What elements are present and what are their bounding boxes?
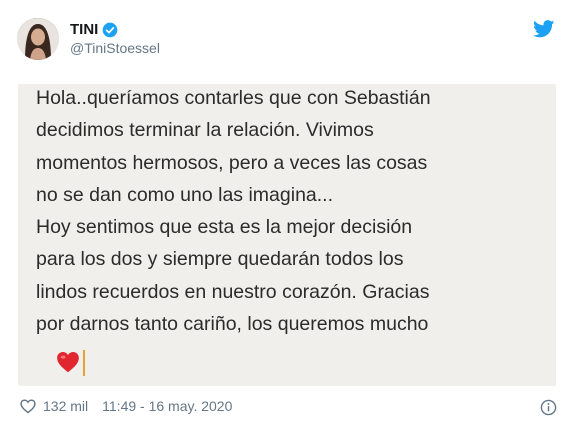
- twitter-bird-icon[interactable]: [533, 20, 555, 38]
- author-info: TINI @TiniStoessel: [70, 21, 160, 57]
- text-cursor: [83, 350, 85, 376]
- verified-badge-icon: [103, 22, 118, 38]
- message-line: momentos hermosos, pero a veces las cosa…: [36, 151, 428, 174]
- like-count[interactable]: 132 mil: [43, 398, 88, 414]
- red-heart-emoji: [57, 352, 79, 373]
- display-name[interactable]: TINI: [70, 21, 98, 40]
- tweet-footer: 132 mil 11:49 - 16 may. 2020: [19, 398, 232, 414]
- timestamp[interactable]: 11:49 - 16 may. 2020: [102, 398, 232, 414]
- avatar[interactable]: [17, 18, 59, 60]
- message-line: no se dan como uno las imagina...: [36, 183, 334, 206]
- display-name-row[interactable]: TINI: [70, 21, 160, 40]
- tweet-header: TINI @TiniStoessel: [17, 18, 160, 60]
- message-line: Hola..queríamos contarles que con Sebast…: [36, 87, 431, 109]
- message-line: para los dos y siempre quedarán todos lo…: [36, 248, 404, 271]
- info-icon[interactable]: [540, 399, 557, 416]
- user-handle[interactable]: @TiniStoessel: [70, 40, 160, 58]
- tweet-card: TINI @TiniStoessel Hola..queríamos conta…: [0, 0, 579, 425]
- message-line: lindos recuerdos en nuestro corazón. Gra…: [36, 280, 430, 303]
- heart-outline-icon[interactable]: [19, 398, 37, 414]
- message-text: Hola..queríamos contarles que con Sebast…: [36, 82, 546, 340]
- message-line: decidimos terminar la relación. Vivimos: [36, 119, 374, 142]
- message-line: Hoy sentimos que esta es la mejor decisi…: [36, 216, 413, 239]
- message-line: por darnos tanto cariño, los queremos mu…: [36, 313, 429, 336]
